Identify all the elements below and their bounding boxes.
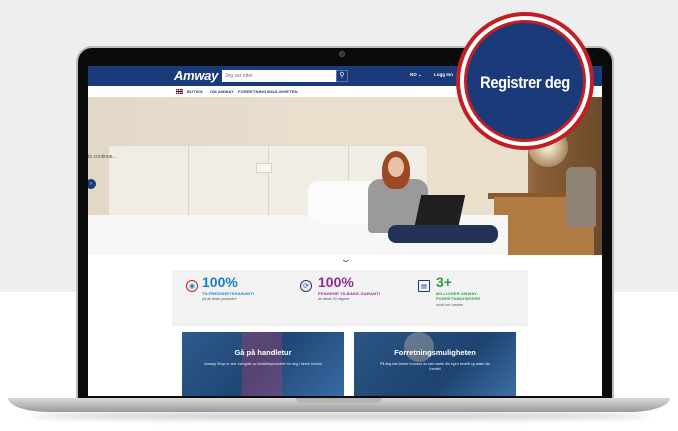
headboard-seam <box>188 145 189 217</box>
search-icon[interactable]: ⚲ <box>336 70 348 82</box>
laptop-shadow <box>30 412 648 420</box>
laptop-camera-icon <box>339 51 345 57</box>
continue-text: to continue... <box>88 154 117 160</box>
card-title: Gå på handletur <box>234 348 292 357</box>
search-input[interactable] <box>222 70 336 82</box>
register-callout-inner: Registrer deg <box>464 20 586 142</box>
nav-item-butikk[interactable]: BUTIKK <box>187 89 203 94</box>
hero-woman-legs <box>388 225 498 243</box>
norway-flag-icon <box>176 89 183 94</box>
card-image-accent <box>404 332 434 362</box>
nav-item-om-amway[interactable]: OM AMWAY <box>210 89 234 94</box>
guarantee-label: MILLIONER AMWAY-FORRETNINGSEIERE <box>436 291 481 301</box>
id-card-icon: ▤ <box>418 280 430 292</box>
register-callout: Registrer deg <box>456 12 594 150</box>
money-back-icon: ⟳ <box>300 280 312 292</box>
laptop-base-notch <box>296 398 382 403</box>
guarantee-sub: på de fleste produkter* <box>202 297 238 301</box>
card-text: Amway Shop er stor mengder av kvalitetsp… <box>204 362 322 366</box>
login-link[interactable]: Logg Inn <box>434 72 453 77</box>
wall-switch <box>256 163 272 173</box>
hero-coat <box>566 167 596 227</box>
hero-woman-face <box>388 157 404 177</box>
register-button[interactable]: Registrer deg <box>475 73 575 93</box>
guarantee-number: 100% <box>318 274 354 290</box>
guarantee-strip: ◉ 100% TILFREDSHETSGARANTI på de fleste … <box>172 270 528 326</box>
guarantee-label: TILFREDSHETSGARANTI <box>202 291 255 296</box>
scene: Amway ⚲ NO ⌄ Logg Inn BUTIKK OM AMWAY FO… <box>0 0 678 431</box>
language-selector[interactable]: NO ⌄ <box>410 72 422 78</box>
guarantee-number: 3+ <box>436 274 452 290</box>
amway-logo[interactable]: Amway <box>174 68 218 83</box>
satisfaction-icon: ◉ <box>186 280 198 292</box>
carousel-next-icon[interactable]: › <box>88 179 96 189</box>
business-card[interactable]: Forretningsmuligheten På deg kan bedre h… <box>354 332 516 396</box>
headboard-seam <box>268 145 269 217</box>
guarantee-sub: de første 90 dagene <box>318 297 350 301</box>
guarantee-number: 100% <box>202 274 238 290</box>
guarantee-sub: rundt om i verden <box>436 303 464 307</box>
nav-item-forretningsmuligheten[interactable]: FORRETNINGSMULIGHETEN <box>238 89 298 94</box>
shopping-card[interactable]: Gå på handletur Amway Shop er stor mengd… <box>182 332 344 396</box>
guarantee-label: PENGENE TILBAKE-GARANTI <box>318 291 381 296</box>
hero-laptop <box>414 195 466 225</box>
chevron-down-icon[interactable]: ⌄ <box>340 254 352 265</box>
card-title: Forretningsmuligheten <box>394 348 476 357</box>
card-text: På deg kan bedre hvordan du kan starte d… <box>379 362 491 371</box>
